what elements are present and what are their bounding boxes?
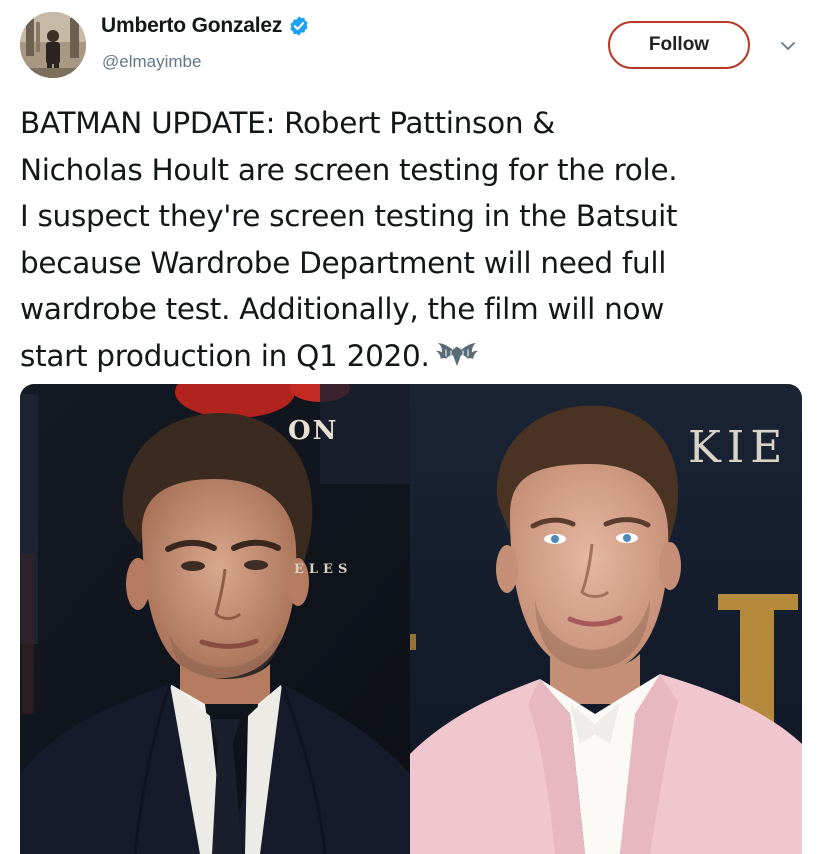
bat-emoji-icon: [432, 337, 482, 369]
tweet-text-line: wardrobe test. Additionally, the film wi…: [20, 292, 665, 326]
photo-left[interactable]: ON ELES: [20, 384, 410, 854]
photo-right-backdrop-text: KIE: [688, 422, 789, 473]
tweet-text-line: because Wardrobe Department will need fu…: [20, 245, 667, 280]
tweet-text-line: BATMAN UPDATE: Robert Pattinson &: [20, 106, 556, 140]
verified-badge-icon: [288, 15, 310, 37]
tweet-text-line: I suspect they're screen testing in the …: [20, 199, 678, 233]
chevron-down-icon[interactable]: [779, 37, 797, 55]
author-name-row[interactable]: Umberto Gonzalez: [101, 14, 310, 38]
tweet-text-line: start production in Q1 2020.: [20, 338, 430, 373]
author-handle[interactable]: @elmayimbe: [102, 52, 201, 72]
tweet-text-line: Nicholas Hoult are screen testing for th…: [20, 152, 678, 187]
follow-button[interactable]: Follow: [608, 21, 750, 69]
photo-left-backdrop-text: ON: [288, 416, 339, 446]
tweet-text-last-line: start production in Q1 2020.: [20, 333, 810, 380]
author-avatar[interactable]: [20, 12, 86, 78]
author-display-name[interactable]: Umberto Gonzalez: [101, 14, 282, 38]
tweet-text: BATMAN UPDATE: Robert Pattinson & Nichol…: [20, 100, 810, 379]
photo-left-backdrop-text: ELES: [294, 562, 353, 577]
tweet-card: Umberto Gonzalez @elmayimbe Follow BATMA…: [0, 0, 818, 854]
tweet-media[interactable]: ON ELES KIE: [20, 384, 802, 854]
photo-right[interactable]: KIE: [410, 384, 802, 854]
